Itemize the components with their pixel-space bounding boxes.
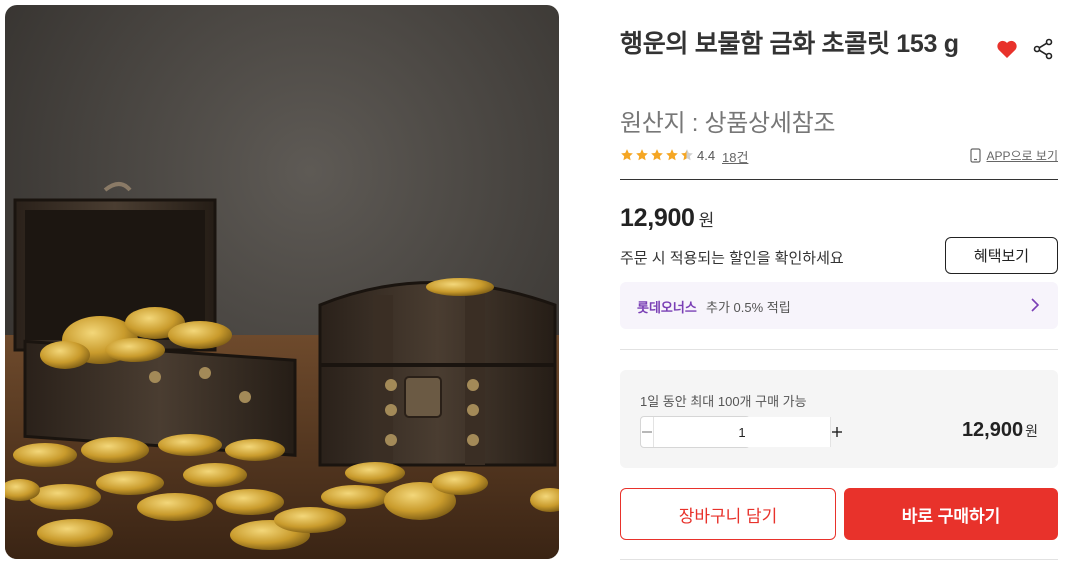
star-rating [620,148,694,162]
total-unit: 원 [1025,423,1038,439]
origin-text: 원산지 : 상품상세참조 [620,110,836,137]
chevron-right-icon [1031,298,1040,312]
quantity-input[interactable] [653,417,831,447]
star-icon [651,149,663,161]
divider [620,559,1058,560]
heart-icon[interactable] [995,37,1019,61]
star-icon [666,149,678,161]
review-count-link[interactable]: 18건 [722,147,748,166]
total-price: 12,900 원 [962,419,1038,442]
quantity-section: 1일 동안 최대 100개 구매 가능 12,900 원 [620,370,1058,468]
points-banner[interactable]: 롯데오너스 추가 0.5% 적립 [620,282,1058,329]
plus-icon [832,427,842,437]
product-title: 행운의 보물함 금화 초콜릿 153 g [620,30,959,58]
app-view-link[interactable]: APP으로 보기 [970,147,1058,164]
benefit-button[interactable]: 혜택보기 [945,237,1058,274]
discount-message: 주문 시 적용되는 할인을 확인하세요 [620,250,844,267]
star-icon [636,149,648,161]
rating-row: 4.4 18건 APP으로 보기 [620,146,1058,166]
decrease-button[interactable] [641,417,653,447]
price-amount: 12,900 [620,204,695,232]
increase-button[interactable] [831,417,843,447]
half-star-icon [681,149,693,161]
total-amount: 12,900 [961,419,1024,441]
phone-icon [970,148,982,163]
quantity-stepper [640,416,842,448]
rating-score: 4.4 [697,148,716,163]
star-icon [621,149,633,161]
app-view-label: APP으로 보기 [986,149,1058,163]
price-unit: 원 [698,211,715,230]
divider [620,349,1058,350]
buy-now-button[interactable]: 바로 구매하기 [844,488,1058,540]
product-photo-illustration [5,5,559,559]
product-info-panel: 행운의 보물함 금화 초콜릿 153 g 원산지 : 상품상세참조 4.4 18… [620,0,1058,561]
points-text: 추가 0.5% 적립 [706,300,791,315]
add-to-cart-button[interactable]: 장바구니 담기 [620,488,836,540]
product-image [5,5,559,559]
purchase-limit-text: 1일 동안 최대 100개 구매 가능 [640,394,807,409]
minus-icon [642,431,652,433]
share-icon[interactable] [1031,37,1055,61]
price: 12,900 원 [620,204,714,233]
divider [620,179,1058,180]
closed-chest [318,278,557,467]
points-brand: 롯데오너스 [637,300,697,315]
